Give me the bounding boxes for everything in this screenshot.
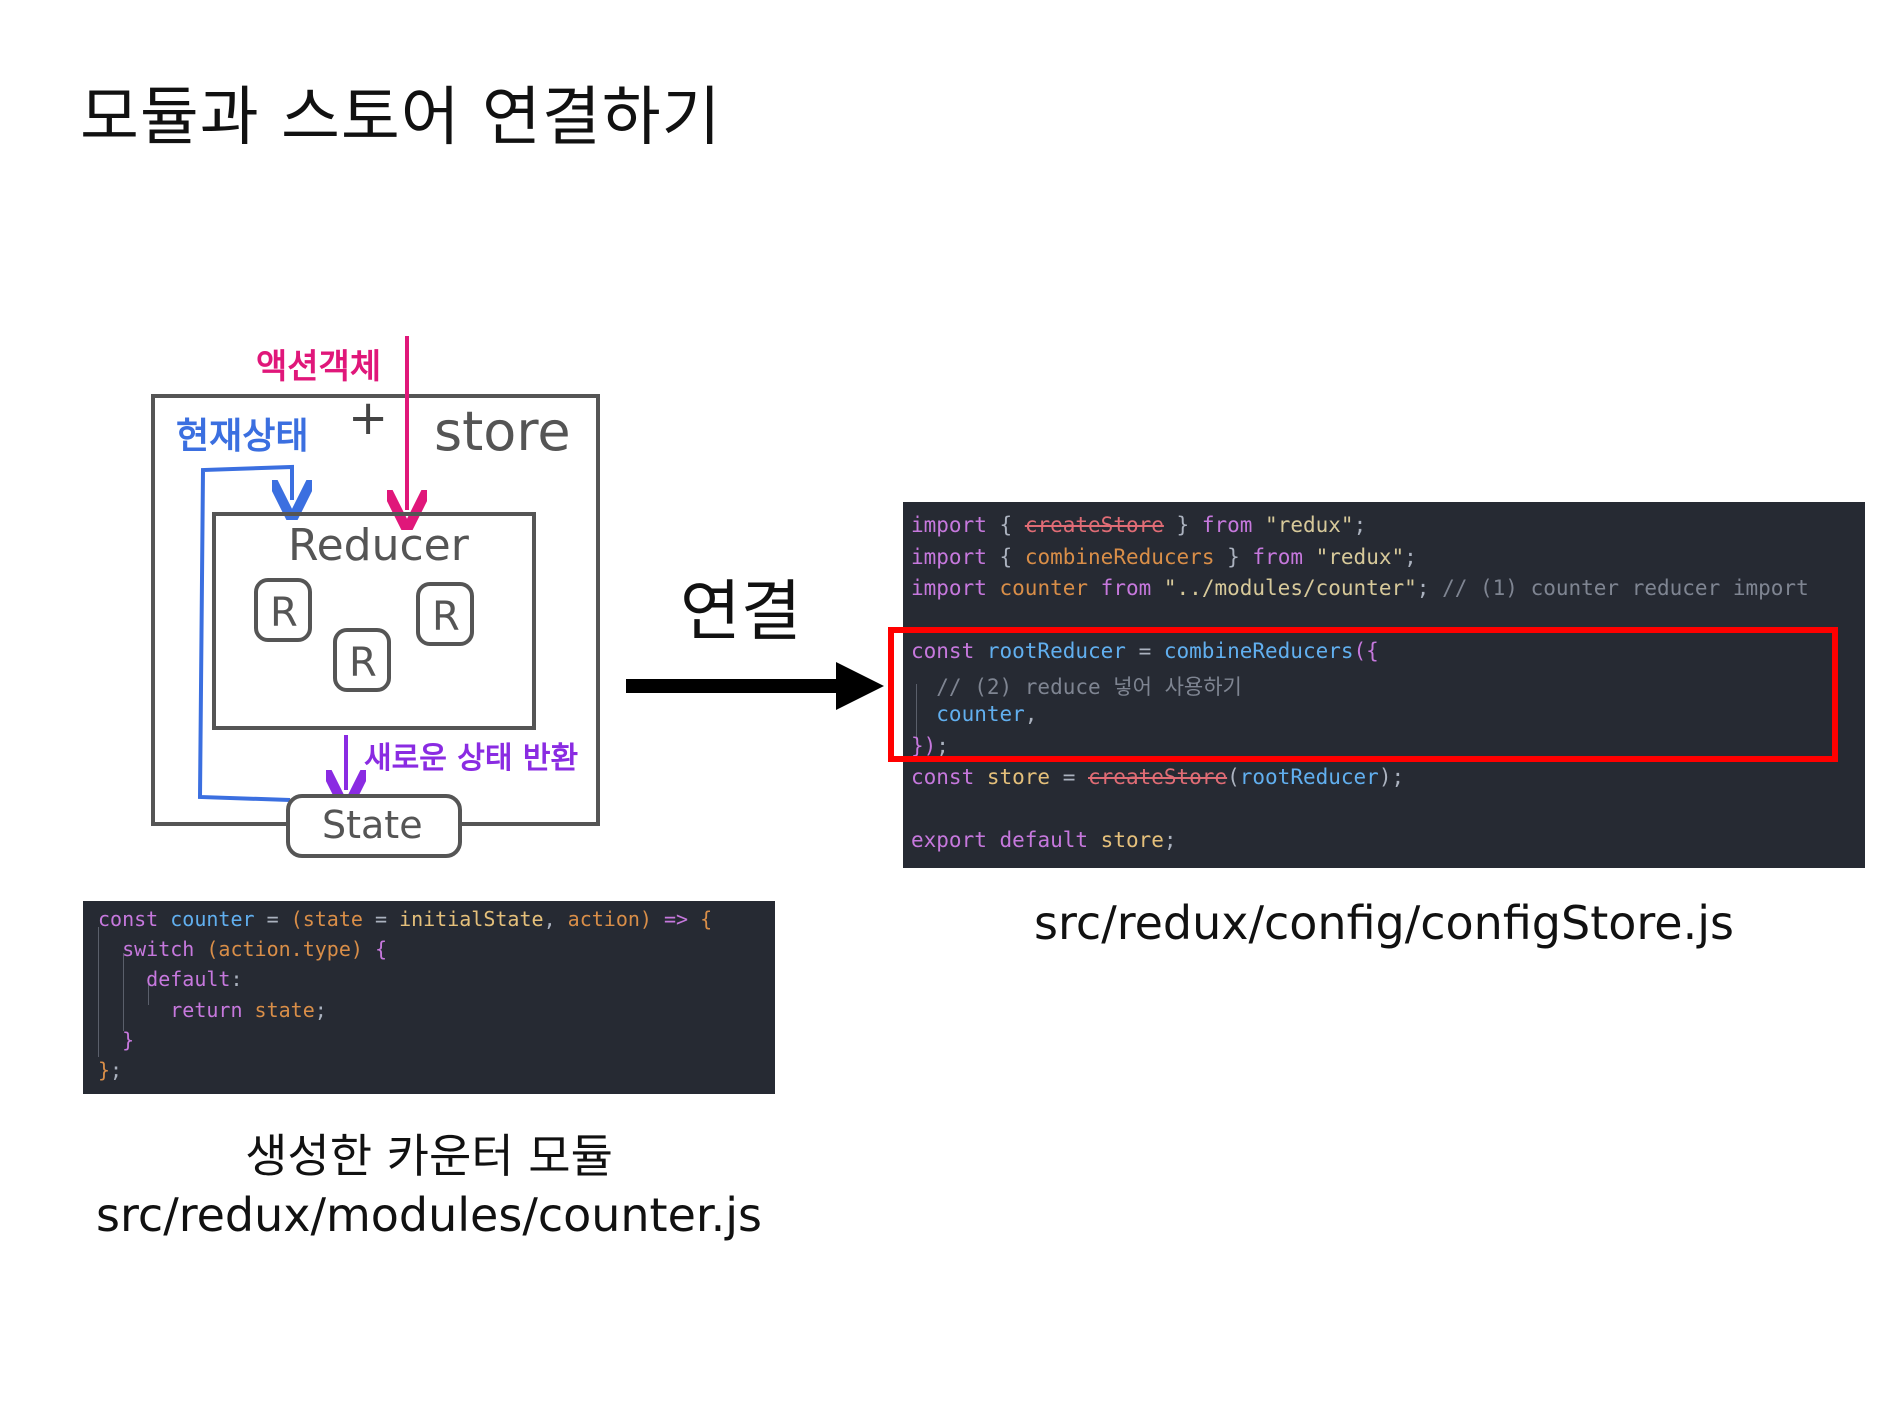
state-label: State bbox=[322, 803, 423, 847]
code-token: const bbox=[98, 907, 171, 931]
code-token: import bbox=[911, 576, 1000, 600]
new-state-label: 새로운 상태 반환 bbox=[364, 741, 578, 776]
code-token: export bbox=[911, 828, 1000, 852]
code-token: "redux" bbox=[1315, 544, 1405, 569]
code-token: ( bbox=[1227, 765, 1240, 789]
config-store-caption: src/redux/config/configStore.js bbox=[1034, 896, 1734, 950]
code-token: } bbox=[1163, 513, 1202, 537]
reducer-r-label-1: R bbox=[270, 590, 298, 636]
code-token: ; bbox=[1416, 576, 1443, 600]
code-line: default: bbox=[98, 967, 243, 992]
code-token: rootReducer bbox=[1239, 765, 1379, 789]
code-token: { bbox=[999, 513, 1025, 537]
code-token: action bbox=[567, 907, 640, 931]
code-line: const store = createStore(rootReducer); bbox=[911, 765, 1404, 789]
code-token: ; bbox=[1404, 544, 1417, 569]
code-token: state bbox=[302, 907, 375, 931]
code-token: action.type bbox=[218, 937, 351, 962]
code-token: const bbox=[911, 765, 987, 789]
connect-arrow-head bbox=[836, 662, 884, 710]
code-token: } bbox=[98, 1058, 111, 1082]
code-token: default bbox=[98, 967, 231, 992]
code-token: ) bbox=[350, 937, 375, 962]
code-line: return state; bbox=[98, 998, 327, 1022]
store-label: store bbox=[434, 400, 571, 463]
counter-module-code: const counter = (state = initialState, a… bbox=[83, 901, 775, 1094]
code-token: ; bbox=[1163, 828, 1177, 852]
action-object-label: 액션객체 bbox=[256, 347, 381, 387]
code-token: import bbox=[911, 513, 1000, 537]
plus-sign: + bbox=[348, 390, 388, 446]
code-line: import { combineReducers } from "redux"; bbox=[911, 545, 1417, 569]
code-token: store bbox=[1100, 828, 1164, 852]
connect-label: 연결 bbox=[680, 573, 802, 650]
code-token: import bbox=[911, 544, 1000, 569]
code-token: ( bbox=[206, 937, 219, 962]
code-token: ); bbox=[1378, 765, 1405, 789]
code-token: createStore bbox=[1024, 513, 1164, 537]
code-token: "../modules/counter" bbox=[1163, 576, 1417, 600]
code-line: const counter = (state = initialState, a… bbox=[98, 907, 712, 931]
code-token: ; bbox=[1353, 513, 1367, 537]
code-token: counter bbox=[170, 907, 267, 931]
code-token: } bbox=[1214, 544, 1253, 569]
code-token: = bbox=[1062, 765, 1089, 789]
code-token: return bbox=[98, 997, 255, 1022]
code-line: } bbox=[98, 1028, 134, 1052]
code-token: { bbox=[374, 937, 388, 962]
code-token: { bbox=[999, 544, 1025, 569]
counter-caption-title: 생성한 카운터 모듈 bbox=[245, 1129, 613, 1183]
code-line: import { createStore } from "redux"; bbox=[911, 513, 1366, 537]
code-token: ; bbox=[314, 997, 327, 1022]
code-token: ; bbox=[110, 1058, 123, 1082]
reducer-label: Reducer bbox=[288, 520, 470, 571]
code-token: { bbox=[700, 907, 713, 931]
code-token: "redux" bbox=[1265, 513, 1354, 537]
code-token: // (1) counter reducer import bbox=[1442, 576, 1809, 600]
code-line: export default store; bbox=[911, 828, 1177, 852]
code-line: switch (action.type) { bbox=[98, 937, 387, 961]
code-line: import counter from "../modules/counter"… bbox=[911, 576, 1809, 600]
code-token: = bbox=[374, 907, 400, 931]
code-token: createStore bbox=[1088, 765, 1228, 789]
code-token: from bbox=[1252, 544, 1316, 569]
code-line: }; bbox=[98, 1058, 122, 1082]
code-token: ) bbox=[639, 907, 664, 931]
counter-caption-path: src/redux/modules/counter.js bbox=[96, 1188, 762, 1242]
code-token: combineReducers bbox=[1024, 544, 1215, 569]
code-token: default bbox=[999, 828, 1101, 852]
code-token: from bbox=[1100, 576, 1164, 600]
code-token: } bbox=[98, 1027, 135, 1052]
reducer-r-label-3: R bbox=[349, 640, 377, 686]
code-token: store bbox=[986, 765, 1063, 789]
code-token: ( bbox=[290, 907, 303, 931]
code-token: state bbox=[254, 997, 315, 1022]
code-token: switch bbox=[98, 937, 207, 962]
code-token: : bbox=[230, 967, 243, 992]
code-token: => bbox=[664, 907, 701, 931]
code-token: from bbox=[1201, 513, 1266, 537]
code-token: initialState bbox=[399, 907, 544, 931]
highlight-box bbox=[888, 627, 1838, 762]
code-token: , bbox=[543, 907, 568, 931]
code-token: = bbox=[266, 907, 291, 931]
code-token: counter bbox=[999, 576, 1101, 600]
reducer-r-label-2: R bbox=[432, 594, 460, 640]
current-state-label: 현재상태 bbox=[176, 416, 308, 457]
